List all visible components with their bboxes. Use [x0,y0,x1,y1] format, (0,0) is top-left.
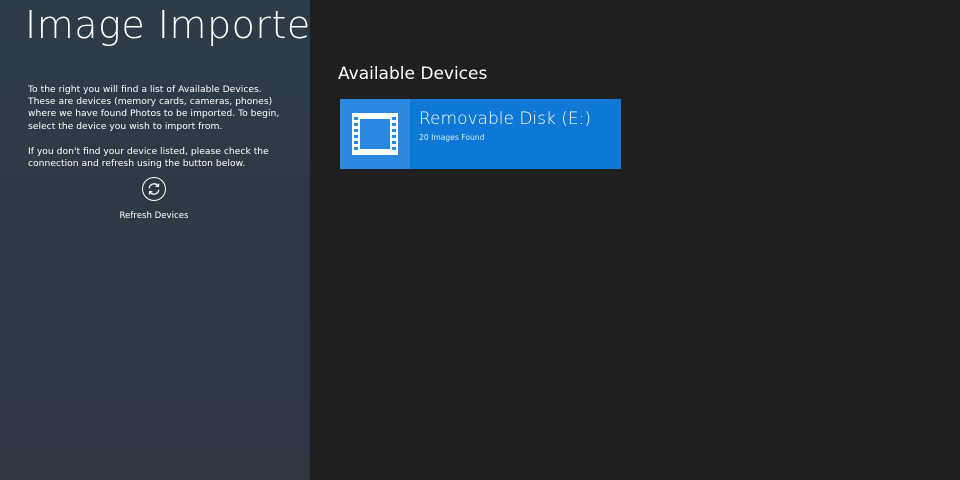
app-title: Image Importer [25,3,327,47]
sidebar: Image Importer To the right you will fin… [0,0,326,480]
intro-text: To the right you will find a list of Ava… [28,84,286,183]
intro-paragraph: If you don't find your device listed, pl… [28,145,269,170]
main-content: Available Devices Removable Disk (E:) 20… [310,0,960,480]
device-tile[interactable]: Removable Disk (E:) 20 Images Found [340,99,621,169]
refresh-devices-label: Refresh Devices [119,211,189,221]
intro-paragraph: To the right you will find a list of Ava… [28,84,280,132]
device-image-count: 20 Images Found [419,133,485,142]
app-window: Image Importer To the right you will fin… [0,0,960,480]
film-frame-icon [340,99,410,169]
device-name: Removable Disk (E:) [419,109,591,129]
available-devices-heading: Available Devices [338,64,488,84]
refresh-icon [142,177,166,201]
refresh-devices-button[interactable]: Refresh Devices [114,177,194,221]
device-tile-text: Removable Disk (E:) 20 Images Found [410,99,591,169]
